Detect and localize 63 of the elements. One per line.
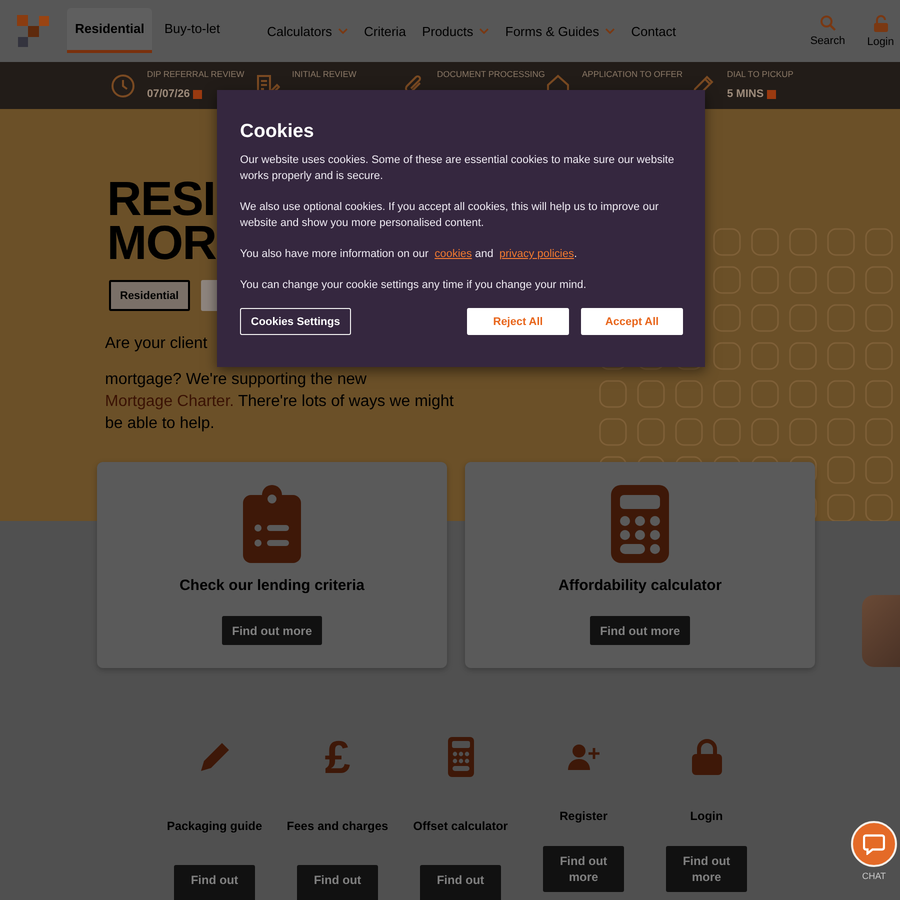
stage-label: DOCUMENT PROCESSING bbox=[437, 69, 545, 79]
link-title: Packaging guide bbox=[166, 818, 262, 834]
card-title: Check our lending criteria bbox=[179, 576, 365, 596]
stage-label: APPLICATION TO OFFER bbox=[582, 69, 683, 79]
inline-link[interactable]: privacy policies bbox=[499, 248, 574, 260]
hero-text: mortgage? We're supporting the new Mortgage Charter. There're lots of ways we might be able to help. bbox=[105, 370, 455, 434]
stage-label: DIP REFERRAL REVIEW bbox=[147, 69, 244, 79]
pencil-icon bbox=[200, 742, 230, 772]
chat-button[interactable] bbox=[851, 821, 897, 867]
dialog-text: You also have more information on our cookies and privacy policies. bbox=[240, 247, 578, 262]
hero-text: Are your client bbox=[105, 334, 208, 354]
calculator-icon bbox=[611, 485, 669, 563]
nav-link[interactable]: Calculators bbox=[259, 16, 356, 46]
clock-icon bbox=[111, 74, 135, 98]
rounded-shape-drawing bbox=[862, 595, 900, 667]
hero-heading: RESI MOR bbox=[107, 178, 216, 266]
inline-link[interactable]: Mortgage Charter. bbox=[105, 393, 234, 410]
card-title: Affordability calculator bbox=[558, 576, 722, 596]
nav-link[interactable]: Criteria bbox=[356, 16, 414, 46]
find-out-more-button[interactable]: Find out bbox=[420, 865, 501, 900]
stage-label: DIAL TO PICKUP bbox=[727, 69, 794, 79]
audience-tab[interactable]: Buy-to-let bbox=[156, 8, 228, 53]
dialog-text: Our website uses cookies. Some of these are essential cookies to make sure our website works properly and is secure. bbox=[240, 153, 676, 184]
filter-chip[interactable]: Residential bbox=[109, 280, 190, 311]
login-button[interactable]: Login bbox=[863, 14, 898, 48]
user-plus-icon bbox=[568, 744, 600, 770]
status-square-icon bbox=[766, 90, 776, 98]
search-icon bbox=[820, 14, 836, 30]
find-out-more-button[interactable]: Find out more bbox=[222, 616, 322, 645]
audience-tab[interactable]: Residential bbox=[67, 8, 152, 53]
find-out-more-button[interactable]: Find out bbox=[297, 865, 378, 900]
link-title: Register bbox=[559, 808, 608, 824]
chat-label: CHAT bbox=[862, 871, 886, 882]
consent-button[interactable]: Accept All bbox=[581, 308, 683, 335]
nav-link[interactable]: Products bbox=[414, 16, 498, 46]
settings-button[interactable]: Cookies Settings bbox=[240, 308, 351, 335]
dialog-text: You can change your cookie settings any time if you change your mind. bbox=[240, 278, 588, 293]
stage-value: 07/07/26 bbox=[147, 87, 190, 101]
lock-icon bbox=[874, 14, 888, 32]
filter-chip[interactable] bbox=[200, 280, 217, 311]
nav-link[interactable]: Contact bbox=[623, 16, 684, 46]
inline-link[interactable]: cookies bbox=[434, 248, 472, 260]
lock-icon bbox=[692, 739, 722, 775]
nav-link[interactable]: Forms & Guides bbox=[497, 16, 624, 46]
link-title: Login bbox=[690, 808, 723, 824]
search-button[interactable]: Search bbox=[806, 14, 850, 48]
dialog-text: We also use optional cookies. If you accept all cookies, this will help us to improve our website and show you more personalised content. bbox=[240, 200, 660, 231]
stage-value: 5 MINS bbox=[727, 87, 764, 101]
find-out-more-button[interactable]: Find out more bbox=[543, 846, 624, 892]
calculator-icon bbox=[448, 737, 474, 777]
clipboard-icon bbox=[243, 485, 301, 563]
speech-bubble-icon bbox=[863, 834, 885, 854]
find-out-more-button[interactable]: Find out bbox=[174, 865, 255, 900]
stage-label: INITIAL REVIEW bbox=[292, 69, 356, 79]
find-out-more-button[interactable]: Find out more bbox=[590, 616, 690, 645]
consent-button[interactable]: Reject All bbox=[467, 308, 569, 335]
pound-symbol: £ bbox=[324, 735, 350, 779]
status-square-icon bbox=[192, 90, 202, 98]
dialog-title: Cookies bbox=[240, 121, 315, 143]
find-out-more-button[interactable]: Find out more bbox=[666, 846, 747, 892]
link-title: Fees and charges bbox=[286, 818, 388, 834]
logo-icon[interactable] bbox=[17, 14, 50, 48]
link-title: Offset calculator bbox=[413, 818, 508, 834]
